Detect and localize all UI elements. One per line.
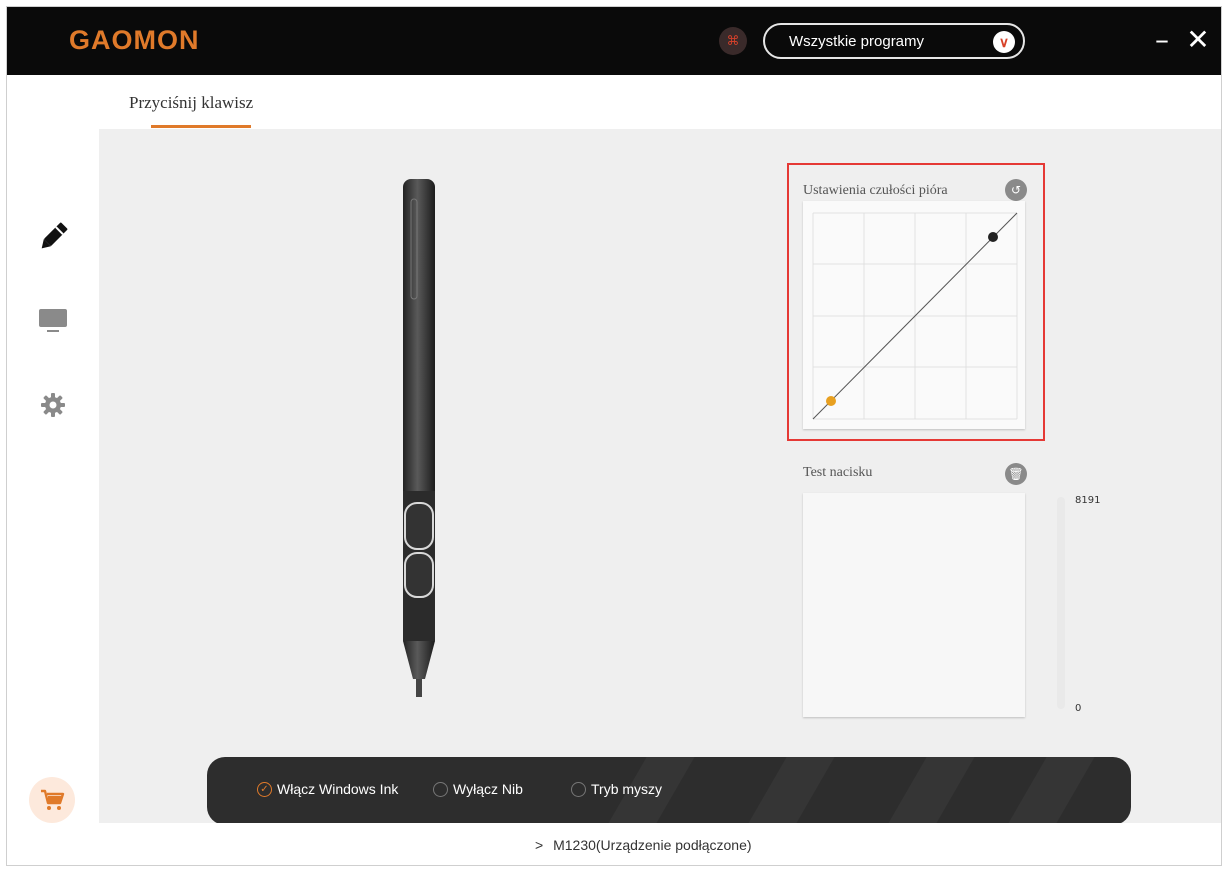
status-bar: > M1230(Urządzenie podłączone) xyxy=(99,823,1221,865)
title-bar: GAOMON ⌘ Wszystkie programy ∨ – ✕ xyxy=(7,7,1221,75)
pressure-test-area[interactable] xyxy=(803,493,1025,717)
cart-icon[interactable] xyxy=(29,777,75,823)
pressure-max-label: 8191 xyxy=(1075,495,1101,506)
monitor-icon[interactable] xyxy=(33,301,73,341)
app-window: GAOMON ⌘ Wszystkie programy ∨ – ✕ Przyci… xyxy=(6,6,1222,866)
pen-icon[interactable] xyxy=(33,217,73,257)
radio-icon xyxy=(571,781,586,797)
chevron-right-icon: > xyxy=(535,837,544,853)
reset-icon[interactable]: ↺ xyxy=(1005,179,1027,201)
radio-icon xyxy=(433,781,448,797)
chevron-down-icon[interactable]: ∨ xyxy=(993,31,1015,53)
main-panel: Ustawienia czułości pióra ↺ Test nacisku… xyxy=(99,129,1221,825)
pen-illustration xyxy=(403,179,435,697)
program-select-value: Wszystkie programy xyxy=(789,32,925,50)
device-status-label: M1230(Urządzenie podłączone) xyxy=(553,837,752,853)
pressure-level-bar xyxy=(1057,497,1065,709)
option-windows-ink-label: Włącz Windows Ink xyxy=(277,781,399,797)
pressure-test-title: Test nacisku xyxy=(803,465,873,480)
pressure-curve-editor[interactable] xyxy=(803,201,1025,429)
curve-handle-top[interactable] xyxy=(988,232,998,242)
app-icon[interactable]: ⌘ xyxy=(719,27,747,55)
program-select[interactable]: Wszystkie programy ∨ xyxy=(763,23,1025,59)
active-tab-indicator xyxy=(151,125,251,128)
pen-options-bar: ✓ Włącz Windows Ink Wyłącz Nib Tryb mysz… xyxy=(207,757,1131,825)
minimize-button[interactable]: – xyxy=(1147,25,1177,55)
trash-icon[interactable]: 🗑 xyxy=(1005,463,1027,485)
option-disable-nib-label: Wyłącz Nib xyxy=(453,781,523,797)
option-mouse-mode-label: Tryb myszy xyxy=(591,781,663,797)
option-windows-ink[interactable]: ✓ Włącz Windows Ink xyxy=(257,781,398,797)
check-icon: ✓ xyxy=(257,781,272,797)
option-disable-nib[interactable]: Wyłącz Nib xyxy=(433,781,523,797)
sidebar xyxy=(7,129,99,865)
close-button[interactable]: ✕ xyxy=(1183,25,1213,55)
device-status[interactable]: > M1230(Urządzenie podłączone) xyxy=(535,837,752,853)
tab-bar: Przyciśnij klawisz xyxy=(7,75,1221,129)
curve-handle-bottom[interactable] xyxy=(826,396,836,406)
gear-icon[interactable] xyxy=(33,385,73,425)
sensitivity-title: Ustawienia czułości pióra xyxy=(803,183,948,198)
tab-press-key[interactable]: Przyciśnij klawisz xyxy=(129,93,253,113)
gaomon-logo: GAOMON xyxy=(69,25,200,55)
option-mouse-mode[interactable]: Tryb myszy xyxy=(571,781,662,797)
pressure-min-label: 0 xyxy=(1075,703,1082,714)
